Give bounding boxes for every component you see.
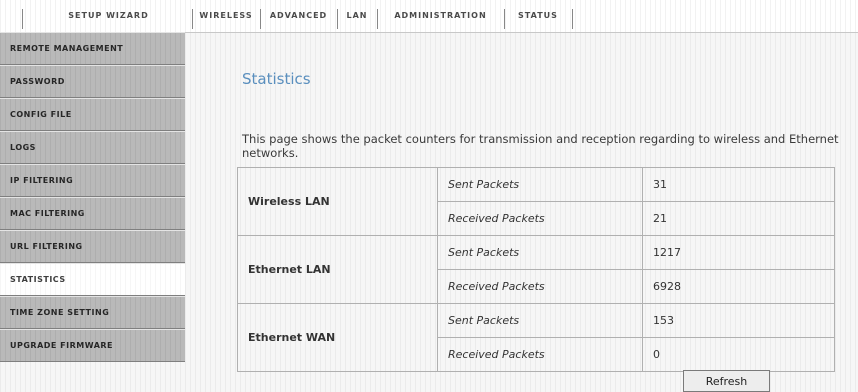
- sidebar-item-logs[interactable]: Logs: [0, 131, 185, 164]
- table-row: Wireless LAN Sent Packets 31: [237, 167, 835, 236]
- counter-label: Sent Packets: [437, 235, 643, 270]
- counter-value: 21: [642, 201, 835, 236]
- nav-tab-lan[interactable]: LAN: [338, 0, 376, 30]
- nav-tab-administration[interactable]: Administration: [378, 0, 503, 30]
- counter-label: Sent Packets: [437, 303, 643, 338]
- nav-tab-wireless[interactable]: Wireless: [193, 0, 259, 30]
- sidebar-item-remote-management[interactable]: Remote Management: [0, 32, 185, 65]
- sidebar-item-url-filtering[interactable]: URL Filtering: [0, 230, 185, 263]
- counter-value: 0: [642, 337, 835, 372]
- sidebar-item-upgrade-firmware[interactable]: Upgrade Firmware: [0, 329, 185, 362]
- nav-tab-advanced[interactable]: Advanced: [261, 0, 336, 30]
- counter-value: 153: [642, 303, 835, 338]
- sidebar: Remote Management Password Config File L…: [0, 32, 185, 362]
- counter-value: 6928: [642, 269, 835, 304]
- nav-tab-setup-wizard[interactable]: Setup Wizard: [26, 0, 191, 30]
- counter-label: Received Packets: [437, 269, 643, 304]
- table-row: Ethernet WAN Sent Packets 153: [237, 303, 835, 372]
- row-group-label: Ethernet WAN: [237, 303, 438, 372]
- nav-separator: [572, 9, 573, 29]
- sidebar-item-time-zone-setting[interactable]: Time Zone Setting: [0, 296, 185, 329]
- counter-label: Received Packets: [437, 201, 643, 236]
- sidebar-item-mac-filtering[interactable]: MAC Filtering: [0, 197, 185, 230]
- table-row: Ethernet LAN Sent Packets 1217: [237, 235, 835, 304]
- refresh-button[interactable]: Refresh: [683, 370, 770, 392]
- row-group-label: Wireless LAN: [237, 167, 438, 236]
- counter-label: Received Packets: [437, 337, 643, 372]
- sidebar-item-password[interactable]: Password: [0, 65, 185, 98]
- sidebar-item-config-file[interactable]: Config File: [0, 98, 185, 131]
- sidebar-item-statistics[interactable]: Statistics: [0, 263, 185, 296]
- statistics-table: Wireless LAN Sent Packets 31 Received Pa…: [237, 167, 835, 372]
- counter-value: 31: [642, 167, 835, 202]
- top-navigation: Setup Wizard Wireless Advanced LAN Admin…: [0, 0, 858, 33]
- counter-label: Sent Packets: [437, 167, 643, 202]
- nav-separator: [22, 9, 23, 29]
- page-title: Statistics: [242, 70, 311, 88]
- nav-tab-status[interactable]: Status: [505, 0, 571, 30]
- counter-value: 1217: [642, 235, 835, 270]
- row-group-label: Ethernet LAN: [237, 235, 438, 304]
- page-description: This page shows the packet counters for …: [242, 132, 839, 160]
- sidebar-item-ip-filtering[interactable]: IP Filtering: [0, 164, 185, 197]
